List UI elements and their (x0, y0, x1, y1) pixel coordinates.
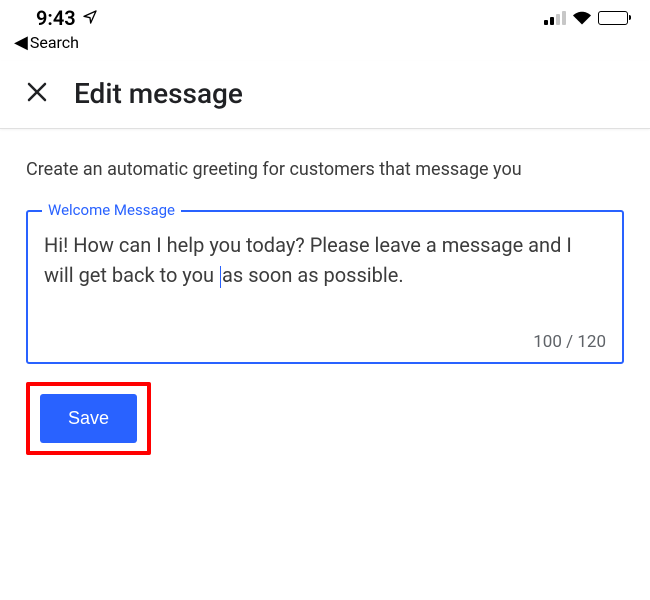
save-highlight-box: Save (26, 382, 151, 455)
content-area: Create an automatic greeting for custome… (0, 129, 650, 485)
page-header: Edit message (0, 61, 650, 129)
field-label: Welcome Message (42, 201, 181, 219)
status-right (544, 11, 628, 26)
status-bar: 9:43 (0, 0, 650, 30)
back-to-search[interactable]: ◀︎ Search (0, 30, 650, 61)
battery-icon (598, 11, 628, 25)
close-icon[interactable] (26, 81, 48, 107)
location-icon (82, 6, 98, 30)
status-left: 9:43 (36, 6, 98, 30)
message-text-after: as soon as possible. (222, 263, 404, 287)
status-time: 9:43 (36, 6, 76, 30)
welcome-message-field[interactable]: Welcome Message Hi! How can I help you t… (26, 210, 624, 364)
text-cursor-icon (220, 266, 221, 288)
back-caret-icon: ◀︎ (14, 32, 28, 53)
message-textarea[interactable]: Hi! How can I help you today? Please lea… (44, 230, 606, 320)
back-label: Search (30, 33, 79, 52)
page-title: Edit message (74, 77, 243, 110)
save-button[interactable]: Save (40, 394, 137, 443)
cellular-signal-icon (544, 11, 566, 25)
character-count: 100 / 120 (44, 332, 606, 352)
wifi-icon (572, 11, 592, 26)
instruction-text: Create an automatic greeting for custome… (26, 159, 624, 180)
